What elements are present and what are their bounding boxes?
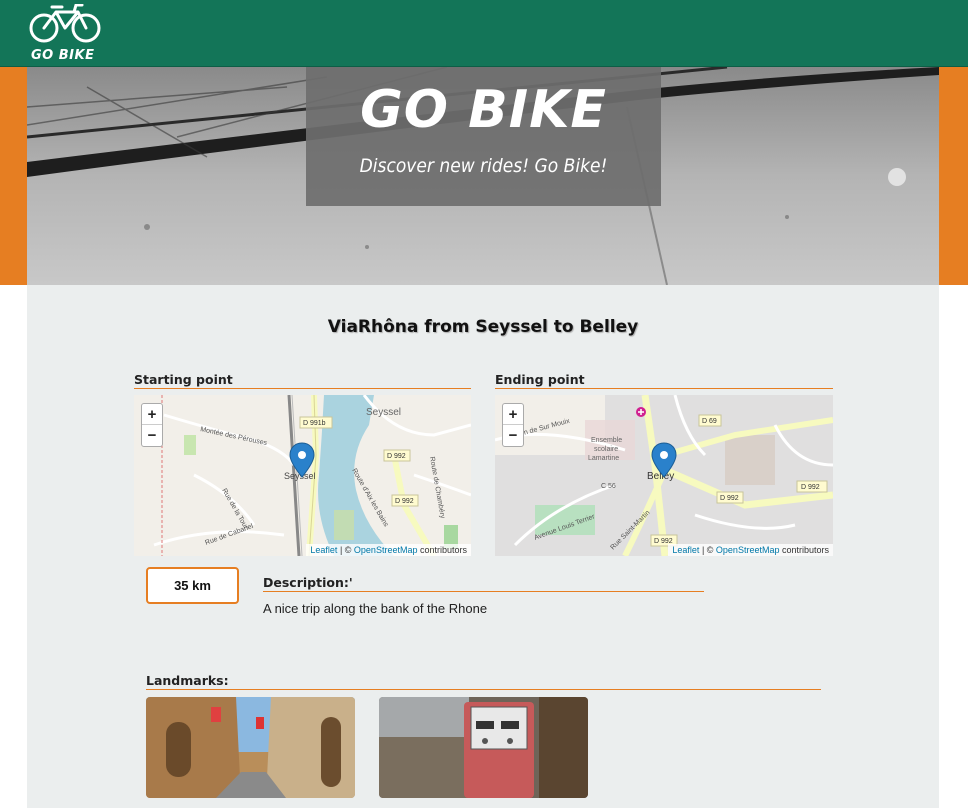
attrib-contributors: contributors: [417, 545, 467, 555]
bike-logo-icon: [29, 3, 101, 43]
go-bike-logo[interactable]: GO BIKE: [28, 3, 108, 64]
osm-link[interactable]: OpenStreetMap: [354, 545, 418, 555]
svg-text:D 69: D 69: [702, 418, 717, 425]
svg-text:D 992: D 992: [387, 453, 406, 460]
end-map-attribution: Leaflet | © OpenStreetMap contributors: [668, 544, 833, 556]
start-map[interactable]: Montée des Pérouses Rue de la Tour Rue d…: [134, 395, 471, 556]
distance-badge: 35 km: [146, 567, 239, 604]
hero-subtitle: Discover new rides! Go Bike!: [359, 155, 608, 177]
svg-text:Ensemble: Ensemble: [591, 437, 622, 444]
description-text: A nice trip along the bank of the Rhone: [263, 601, 488, 616]
landmarks-label: Landmarks:: [146, 673, 821, 690]
svg-text:D 992: D 992: [395, 498, 414, 505]
street-photo: [146, 697, 355, 798]
svg-text:D 992: D 992: [801, 484, 820, 491]
start-map-tiles: Montée des Pérouses Rue de la Tour Rue d…: [134, 395, 471, 556]
hospital-icon: [636, 407, 646, 417]
landmark-image[interactable]: [146, 697, 355, 798]
meter-photo: [379, 697, 588, 798]
attrib-sep: | ©: [699, 545, 716, 555]
leaflet-link[interactable]: Leaflet: [310, 545, 337, 555]
route-title: ViaRhôna from Seyssel to Belley: [327, 317, 639, 337]
hero-title-box: GO BIKE Discover new rides! Go Bike!: [306, 67, 661, 206]
start-map-zoom-control: + −: [141, 403, 163, 447]
hero-image: GO BIKE Discover new rides! Go Bike!: [27, 67, 939, 285]
svg-text:Lamartine: Lamartine: [588, 455, 619, 462]
svg-text:C 56: C 56: [601, 483, 616, 490]
logo-text: GO BIKE: [31, 48, 95, 63]
hero-banner: GO BIKE Discover new rides! Go Bike!: [0, 67, 968, 285]
svg-text:Seyssel: Seyssel: [366, 407, 401, 418]
ending-point-label: Ending point: [495, 372, 833, 389]
description-label: Description:': [263, 575, 704, 592]
end-map-zoom-control: + −: [502, 403, 524, 447]
hero-title: GO BIKE: [360, 80, 607, 140]
landmark-image[interactable]: [379, 697, 588, 798]
attrib-sep: | ©: [337, 545, 354, 555]
svg-text:D 991b: D 991b: [303, 420, 326, 427]
leaflet-link[interactable]: Leaflet: [672, 545, 699, 555]
end-map-tiles: Ensemble scolaire Lamartine Avenue Louis…: [495, 395, 833, 556]
end-zoom-in-button[interactable]: +: [503, 404, 523, 425]
attrib-contributors: contributors: [779, 545, 829, 555]
svg-text:scolaire: scolaire: [594, 446, 618, 453]
end-map[interactable]: Ensemble scolaire Lamartine Avenue Louis…: [495, 395, 833, 556]
starting-point-label: Starting point: [134, 372, 471, 389]
route-detail: ViaRhôna from Seyssel to Belley Starting…: [27, 285, 939, 808]
start-zoom-out-button[interactable]: −: [142, 425, 162, 446]
end-zoom-out-button[interactable]: −: [503, 425, 523, 446]
svg-text:D 992: D 992: [720, 495, 739, 502]
osm-link[interactable]: OpenStreetMap: [716, 545, 780, 555]
start-map-attribution: Leaflet | © OpenStreetMap contributors: [306, 544, 471, 556]
start-zoom-in-button[interactable]: +: [142, 404, 162, 425]
top-navbar: GO BIKE: [0, 0, 968, 67]
